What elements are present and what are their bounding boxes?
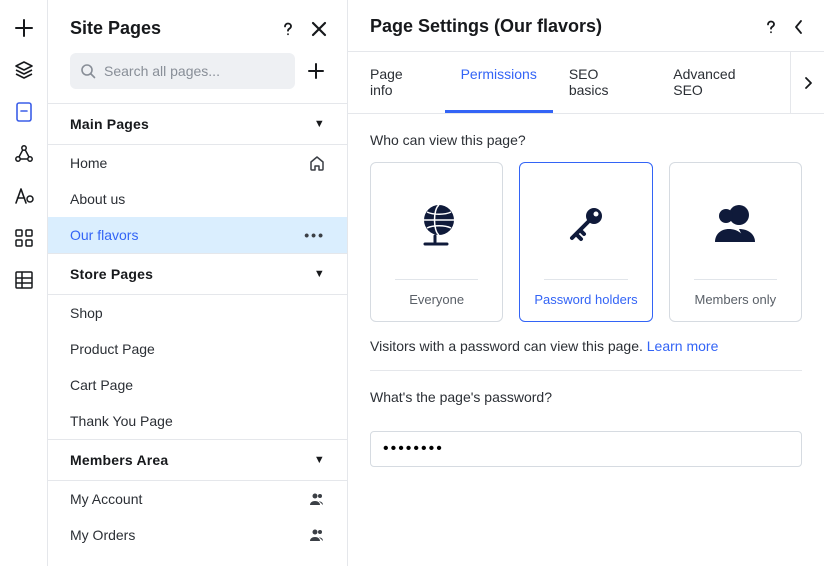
page-label: My Account — [70, 491, 142, 507]
chevron-down-icon: ▼ — [314, 454, 325, 466]
rail-table-icon[interactable] — [14, 270, 34, 290]
group-header-main-pages[interactable]: Main Pages ▼ — [48, 103, 347, 145]
page-label: My Orders — [70, 527, 135, 543]
rail-layers-icon[interactable] — [14, 60, 34, 80]
rail-add-icon[interactable] — [14, 18, 34, 38]
tabs: Page info Permissions SEO basics Advance… — [348, 52, 790, 113]
members-icon — [309, 528, 325, 542]
settings-title: Page Settings (Our flavors) — [370, 16, 602, 37]
tab-advanced-seo[interactable]: Advanced SEO — [657, 52, 784, 113]
page-item-thank-you[interactable]: Thank You Page — [48, 403, 347, 439]
rail-text-icon[interactable] — [14, 186, 34, 206]
card-label: Password holders — [534, 292, 637, 307]
settings-body: Who can view this page? Everyone Passwor… — [348, 114, 824, 485]
home-icon — [309, 155, 325, 171]
password-input[interactable] — [370, 431, 802, 467]
page-label: About us — [70, 191, 125, 207]
tab-seo-basics[interactable]: SEO basics — [553, 52, 657, 113]
page-label: Our flavors — [70, 227, 138, 243]
chevron-down-icon: ▼ — [314, 118, 325, 130]
add-page-button[interactable] — [303, 53, 329, 89]
permission-cards: Everyone Password holders Members only — [370, 162, 802, 322]
password-label: What's the page's password? — [370, 389, 802, 405]
group-header-members-area[interactable]: Members Area ▼ — [48, 439, 347, 481]
collapse-icon[interactable] — [794, 19, 804, 35]
learn-more-link[interactable]: Learn more — [647, 338, 719, 354]
page-label: Cart Page — [70, 377, 133, 393]
group-label: Store Pages — [70, 266, 153, 282]
sidebar-search-row — [48, 53, 347, 103]
group-header-store-pages[interactable]: Store Pages ▼ — [48, 253, 347, 295]
page-item-home[interactable]: Home — [48, 145, 347, 181]
members-icon — [709, 189, 761, 259]
page-item-cart-page[interactable]: Cart Page — [48, 367, 347, 403]
rail-page-icon[interactable] — [14, 102, 34, 122]
page-item-about-us[interactable]: About us — [48, 181, 347, 217]
page-label: Home — [70, 155, 107, 171]
rail-share-icon[interactable] — [14, 144, 34, 164]
search-input[interactable] — [104, 63, 285, 79]
permission-card-password[interactable]: Password holders — [519, 162, 652, 322]
group-label: Members Area — [70, 452, 168, 468]
sidebar-list: Main Pages ▼ Home About us Our flavors •… — [48, 103, 347, 566]
permission-card-everyone[interactable]: Everyone — [370, 162, 503, 322]
search-icon — [80, 63, 96, 79]
permission-description: Visitors with a password can view this p… — [370, 338, 802, 354]
tab-page-info[interactable]: Page info — [354, 52, 445, 113]
chevron-down-icon: ▼ — [314, 268, 325, 280]
left-rail — [0, 0, 48, 566]
page-item-my-account[interactable]: My Account — [48, 481, 347, 517]
description-text: Visitors with a password can view this p… — [370, 338, 647, 354]
divider — [370, 370, 802, 371]
page-label: Product Page — [70, 341, 155, 357]
permission-card-members[interactable]: Members only — [669, 162, 802, 322]
sidebar-title: Site Pages — [70, 18, 161, 39]
group-label: Main Pages — [70, 116, 149, 132]
page-item-shop[interactable]: Shop — [48, 295, 347, 331]
page-label: Shop — [70, 305, 103, 321]
page-label: Thank You Page — [70, 413, 173, 429]
sidebar: Site Pages Main Pages ▼ Home — [48, 0, 348, 566]
page-item-our-flavors[interactable]: Our flavors ••• — [48, 217, 347, 253]
help-icon[interactable] — [762, 18, 780, 36]
tabs-scroll-right[interactable] — [790, 52, 824, 113]
card-label: Members only — [695, 292, 777, 307]
more-icon[interactable]: ••• — [304, 227, 325, 243]
key-icon — [562, 189, 610, 259]
page-item-product-page[interactable]: Product Page — [48, 331, 347, 367]
tabs-row: Page info Permissions SEO basics Advance… — [348, 52, 824, 114]
members-icon — [309, 492, 325, 506]
help-icon[interactable] — [279, 20, 297, 38]
rail-grid-icon[interactable] — [14, 228, 34, 248]
search-input-wrap[interactable] — [70, 53, 295, 89]
close-icon[interactable] — [311, 21, 327, 37]
settings-header: Page Settings (Our flavors) — [348, 0, 824, 52]
globe-icon — [415, 189, 459, 259]
card-label: Everyone — [409, 292, 464, 307]
settings-panel: Page Settings (Our flavors) Page info Pe… — [348, 0, 824, 566]
sidebar-header: Site Pages — [48, 0, 347, 53]
page-item-my-orders[interactable]: My Orders — [48, 517, 347, 553]
tab-permissions[interactable]: Permissions — [445, 52, 553, 113]
permissions-question: Who can view this page? — [370, 132, 802, 148]
